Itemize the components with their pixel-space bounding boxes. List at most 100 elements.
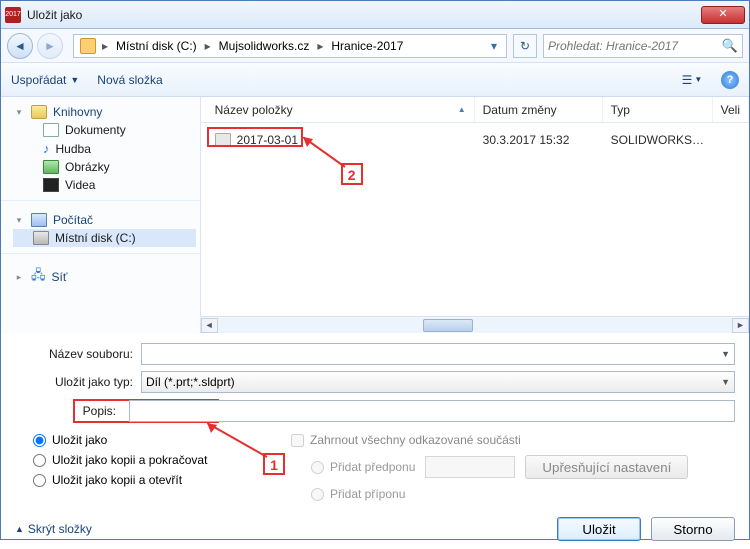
bottom-panel: Název souboru: ▼ Uložit jako typ: Díl (*…: [1, 333, 749, 509]
column-date[interactable]: Datum změny: [475, 97, 603, 122]
view-list-icon: ☰: [682, 73, 693, 87]
hide-folders-label: Skrýt složky: [28, 522, 92, 536]
arrow-left-icon: ◄: [14, 39, 26, 53]
tree-network[interactable]: ▸ 🖧 Síť: [13, 264, 196, 290]
tree-computer[interactable]: ▾ Počítač: [13, 211, 196, 229]
scroll-right-icon[interactable]: ►: [732, 318, 749, 333]
save-as-dialog: 2017 Uložit jako ✕ ◄ ► ▸ Místní disk (C:…: [0, 0, 750, 540]
chevron-down-icon: ▾: [13, 107, 25, 118]
column-name[interactable]: Název položky ▲: [207, 97, 475, 122]
search-box[interactable]: 🔍: [543, 34, 743, 58]
annotation-marker-1: 1: [263, 453, 285, 475]
radio-save-as[interactable]: Uložit jako: [33, 433, 261, 447]
radio-input[interactable]: [33, 474, 46, 487]
navbar: ◄ ► ▸ Místní disk (C:) ▸ Mujsolidworks.c…: [1, 29, 749, 63]
back-button[interactable]: ◄: [7, 33, 33, 59]
breadcrumb-seg-0[interactable]: Místní disk (C:): [110, 39, 203, 53]
column-size[interactable]: Veli: [713, 97, 749, 122]
radio-label: Uložit jako kopii a pokračovat: [52, 453, 207, 467]
forward-button[interactable]: ►: [37, 33, 63, 59]
radio-add-prefix: Přidat předponu: [311, 460, 415, 474]
checkbox-include-refs[interactable]: Zahrnout všechny odkazované součásti: [291, 433, 735, 447]
column-type[interactable]: Typ: [603, 97, 713, 122]
file-list: Název položky ▲ Datum změny Typ Veli 201…: [201, 97, 749, 333]
tree-label: Síť: [52, 270, 68, 284]
radio-label: Uložit jako kopii a otevřít: [52, 473, 182, 487]
new-folder-button[interactable]: Nová složka: [97, 73, 162, 87]
tree-label: Knihovny: [53, 105, 102, 119]
radio-save-copy-continue[interactable]: Uložit jako kopii a pokračovat: [33, 453, 261, 467]
scroll-track[interactable]: [218, 318, 732, 333]
column-headers: Název položky ▲ Datum změny Typ Veli: [201, 97, 749, 123]
sort-asc-icon: ▲: [458, 105, 466, 114]
titlebar: 2017 Uložit jako ✕: [1, 1, 749, 29]
tree-libraries[interactable]: ▾ Knihovny: [13, 103, 196, 121]
disk-icon: [33, 231, 49, 245]
radio-label: Uložit jako: [52, 433, 107, 447]
breadcrumb-seg-2[interactable]: Hranice-2017: [325, 39, 409, 53]
chevron-right-icon: ▸: [315, 39, 325, 53]
close-button[interactable]: ✕: [701, 6, 745, 24]
app-icon: 2017: [5, 7, 21, 23]
tree-label: Hudba: [56, 142, 91, 156]
arrow-right-icon: ►: [44, 39, 56, 53]
radio-input[interactable]: [33, 434, 46, 447]
breadcrumb-seg-1[interactable]: Mujsolidworks.cz: [213, 39, 316, 53]
filename-label: Název souboru:: [31, 347, 141, 361]
tree-pictures[interactable]: Obrázky: [13, 158, 196, 176]
tree-label: Dokumenty: [65, 123, 126, 137]
network-icon: 🖧: [31, 266, 46, 288]
description-label: Popis:: [78, 404, 124, 418]
file-type: SOLIDWORKS Part...: [603, 133, 713, 147]
advanced-button: Upřesňující nastavení: [525, 455, 688, 479]
tree-local-disk[interactable]: Místní disk (C:): [13, 229, 196, 247]
breadcrumb[interactable]: ▸ Místní disk (C:) ▸ Mujsolidworks.cz ▸ …: [73, 34, 507, 58]
scroll-left-icon[interactable]: ◄: [201, 318, 218, 333]
toolbar: Uspořádat ▼ Nová složka ☰ ▼ ?: [1, 63, 749, 97]
chevron-right-icon: ▸: [203, 39, 213, 53]
annotation-marker-2: 2: [341, 163, 363, 185]
checkbox-input: [291, 434, 304, 447]
radio-add-suffix: Přidat příponu: [311, 487, 405, 501]
organize-menu[interactable]: Uspořádat ▼: [11, 73, 79, 87]
computer-icon: [31, 213, 47, 227]
file-row[interactable]: 2017-03-01 30.3.2017 15:32 SOLIDWORKS Pa…: [207, 129, 749, 151]
refresh-button[interactable]: ↻: [513, 34, 537, 58]
tree-label: Počítač: [53, 213, 93, 227]
chevron-right-icon: ▸: [13, 272, 25, 283]
nav-tree: ▾ Knihovny Dokumenty ♪ Hudba Obrázky: [1, 97, 201, 333]
chevron-up-icon: ▲: [15, 524, 24, 534]
dialog-footer: ▲ Skrýt složky Uložit Storno: [1, 509, 749, 549]
save-button[interactable]: Uložit: [557, 517, 641, 541]
filename-input[interactable]: ▼: [141, 343, 735, 365]
description-input[interactable]: [129, 400, 735, 422]
view-options-button[interactable]: ☰ ▼: [681, 69, 703, 91]
file-date: 30.3.2017 15:32: [475, 133, 603, 147]
tree-videos[interactable]: Videa: [13, 176, 196, 194]
breadcrumb-dropdown[interactable]: ▾: [488, 39, 504, 53]
cancel-button[interactable]: Storno: [651, 517, 735, 541]
radio-label: Přidat předponu: [330, 460, 415, 474]
scroll-thumb[interactable]: [423, 319, 473, 332]
radio-input: [311, 461, 324, 474]
tree-music[interactable]: ♪ Hudba: [13, 139, 196, 158]
chevron-down-icon: ▼: [694, 75, 702, 84]
column-label: Název položky: [215, 103, 293, 117]
chevron-down-icon: ▾: [13, 215, 25, 226]
music-icon: ♪: [43, 141, 50, 156]
filetype-select[interactable]: Díl (*.prt;*.sldprt) ▼: [141, 371, 735, 393]
horizontal-scrollbar[interactable]: ◄ ►: [201, 316, 749, 333]
hide-folders-link[interactable]: ▲ Skrýt složky: [15, 522, 92, 536]
videos-icon: [43, 178, 59, 192]
radio-input[interactable]: [33, 454, 46, 467]
chevron-down-icon[interactable]: ▼: [721, 377, 730, 387]
help-button[interactable]: ?: [721, 71, 739, 89]
search-input[interactable]: [548, 39, 722, 53]
chevron-down-icon[interactable]: ▼: [721, 349, 730, 359]
radio-save-copy-open[interactable]: Uložit jako kopii a otevřít: [33, 473, 261, 487]
organize-label: Uspořádat: [11, 73, 66, 87]
part-file-icon: [215, 133, 231, 147]
filetype-value: Díl (*.prt;*.sldprt): [146, 375, 235, 389]
tree-documents[interactable]: Dokumenty: [13, 121, 196, 139]
save-options: Uložit jako Uložit jako kopii a pokračov…: [31, 433, 735, 501]
